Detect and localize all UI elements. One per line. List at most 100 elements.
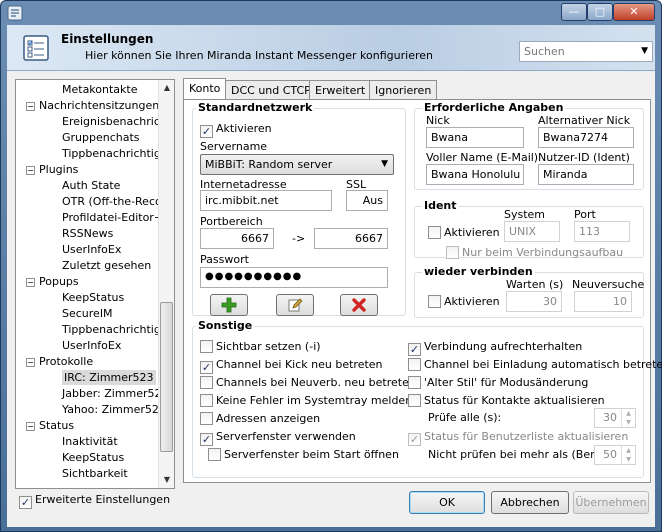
check-all-spinner[interactable]: 30 ▲ ▼ — [594, 408, 636, 428]
options-tree[interactable]: Metakontakte − Nachrichtensitzungen Ereigni… — [15, 79, 175, 489]
other-option-checkbox[interactable]: ✓ Verbindung aufrechterhalten — [408, 340, 582, 356]
other-option-checkbox[interactable]: Keine Fehler im Systemtray melden — [200, 394, 412, 407]
tree-expander-icon[interactable]: − — [26, 166, 35, 175]
spin-up-icon[interactable]: ▲ — [622, 409, 635, 418]
check-all-label: Prüfe alle (s): — [428, 411, 502, 424]
servername-select[interactable]: MiBBiT: Random server ▼ — [200, 154, 394, 175]
password-input[interactable]: ●●●●●●●●●● — [200, 267, 388, 288]
chevron-down-icon[interactable]: ▼ — [641, 46, 648, 56]
other-option-checkbox[interactable]: Adressen anzeigen — [200, 412, 320, 425]
minimize-button[interactable]: — — [561, 3, 587, 21]
scroll-thumb[interactable] — [160, 302, 173, 452]
other-option-checkbox[interactable]: Channel bei Einladung automatisch betret… — [408, 358, 662, 371]
checkbox-label: Serverfenster beim Start öffnen — [224, 448, 399, 461]
tree-scrollbar[interactable]: ▲ ▼ — [158, 80, 174, 488]
tab-dcc-ctcp[interactable]: DCC und CTCP — [225, 80, 317, 99]
alt-nick-input[interactable]: Bwana7274 — [538, 127, 634, 148]
advanced-settings-checkbox[interactable]: ✓ Erweiterte Einstellungen — [19, 493, 170, 509]
tree-item[interactable]: Profildatei-Editor+ — [62, 210, 163, 226]
tree-item[interactable]: Tippbenachrichtigu — [62, 322, 168, 338]
update-userlist-checkbox[interactable]: ✓ Status für Benutzerliste aktualisieren — [408, 430, 628, 446]
other-option-checkbox[interactable]: ✓ Serverfenster verwenden — [200, 430, 356, 446]
tree-item[interactable]: Ereignisbenachrich — [62, 114, 167, 130]
tree-item[interactable]: − Popups — [26, 274, 79, 290]
checkbox-label: Aktivieren — [216, 122, 272, 135]
tree-expander-icon[interactable]: − — [26, 358, 35, 367]
tree-item-label: RSSNews — [62, 227, 114, 240]
ssl-field[interactable]: Aus — [346, 190, 388, 211]
tree-item[interactable]: − Status — [26, 418, 74, 434]
spin-down-icon[interactable]: ▼ — [622, 418, 635, 427]
other-option-checkbox[interactable]: Sichtbar setzen (-i) — [200, 340, 321, 353]
port-from-input[interactable]: 6667 — [200, 228, 274, 249]
tree-item[interactable]: Tippbenachrichtigu — [62, 146, 168, 162]
checkbox-icon — [408, 358, 421, 371]
full-name-input[interactable]: Bwana Honolulu — [426, 164, 524, 185]
title-bar[interactable]: — □ ✕ — [1, 1, 661, 25]
tree-item[interactable]: Yahoo: Zimmer523 — [62, 402, 166, 418]
other-option-checkbox[interactable]: Channels bei Neuverb. neu betreten — [200, 376, 416, 389]
apply-button[interactable]: Übernehmen — [573, 491, 649, 514]
tree-expander-icon[interactable]: − — [26, 422, 35, 431]
tree-expander-icon[interactable]: − — [26, 102, 35, 111]
other-option-checkbox[interactable]: Serverfenster beim Start öffnen — [208, 448, 399, 461]
tree-item[interactable]: Jabber: Zimmer523 — [62, 386, 169, 402]
close-button[interactable]: ✕ — [613, 3, 655, 21]
tree-item[interactable]: Auth State — [62, 178, 120, 194]
spinner-arrows[interactable]: ▲ ▼ — [621, 409, 635, 427]
tab-konto[interactable]: Konto — [183, 78, 227, 99]
ident-enable-checkbox[interactable]: Aktivieren — [428, 226, 500, 239]
port-to-input[interactable]: 6667 — [314, 228, 388, 249]
reconnect-enable-checkbox[interactable]: Aktivieren — [428, 295, 500, 308]
tree-item[interactable]: KeepStatus — [62, 290, 124, 306]
reconnect-wait-input[interactable]: 30 — [506, 291, 562, 312]
edit-server-button[interactable] — [276, 294, 314, 316]
add-server-button[interactable] — [210, 294, 248, 316]
spin-up-icon[interactable]: ▲ — [622, 446, 635, 455]
ident-system-label: System — [504, 208, 546, 221]
delete-server-button[interactable] — [340, 294, 378, 316]
tree-item[interactable]: IRC: Zimmer523 — [62, 370, 156, 386]
ident-port-input[interactable]: 113 — [574, 221, 630, 242]
checkbox-label: Nur beim Verbindungsaufbau — [462, 246, 624, 259]
standard-enable-checkbox[interactable]: ✓ Aktivieren — [200, 122, 272, 138]
cancel-button[interactable]: Abbrechen — [491, 491, 569, 514]
tree-item[interactable]: Zuletzt gesehen — [62, 258, 151, 274]
ident-system-input[interactable]: UNIX — [504, 221, 560, 242]
reconnect-retry-input[interactable]: 10 — [574, 291, 632, 312]
tree-item[interactable]: UserInfoEx — [62, 242, 121, 258]
tree-item[interactable]: Sichtbarkeit — [62, 466, 128, 482]
tree-item[interactable]: Inaktivität — [62, 434, 118, 450]
ok-button[interactable]: OK — [409, 491, 485, 514]
other-option-checkbox[interactable]: Status für Kontakte aktualisieren — [408, 394, 605, 407]
tree-item[interactable]: KeepStatus — [62, 450, 124, 466]
scroll-up-icon[interactable]: ▲ — [159, 80, 174, 96]
tree-item[interactable]: UserInfoEx — [62, 338, 121, 354]
spin-down-icon[interactable]: ▼ — [622, 455, 635, 464]
tree-item[interactable]: − Protokolle — [26, 354, 93, 370]
scroll-down-icon[interactable]: ▼ — [159, 472, 174, 488]
tree-expander-icon[interactable]: − — [26, 278, 35, 287]
user-id-input[interactable]: Miranda — [538, 164, 634, 185]
spinner-arrows[interactable]: ▲ ▼ — [621, 446, 635, 464]
tree-item[interactable]: RSSNews — [62, 226, 113, 242]
tab-erweitert[interactable]: Erweitert — [309, 80, 372, 99]
tree-item[interactable]: OTR (Off-the-Reco — [62, 194, 162, 210]
nick-input[interactable]: Bwana — [426, 127, 524, 148]
maximize-button[interactable]: □ — [587, 3, 613, 21]
address-input[interactable]: irc.mibbit.net — [200, 190, 332, 211]
ident-only-connect-checkbox[interactable]: Nur beim Verbindungsaufbau — [446, 246, 623, 259]
checkbox-icon: ✓ — [408, 343, 421, 356]
tree-item[interactable]: Gruppenchats — [62, 130, 140, 146]
other-option-checkbox[interactable]: ✓ Channel bei Kick neu betreten — [200, 358, 383, 374]
tree-item[interactable]: − Plugins — [26, 162, 78, 178]
tree-item-label: Tippbenachrichtigu — [62, 323, 168, 336]
tree-item[interactable]: − Nachrichtensitzungen — [26, 98, 159, 114]
no-check-spinner[interactable]: 50 ▲ ▼ — [594, 445, 636, 465]
tree-item[interactable]: Metakontakte — [62, 82, 138, 98]
other-option-checkbox[interactable]: 'Alter Stil' für Modusänderung — [408, 376, 588, 389]
tab-ignorieren[interactable]: Ignorieren — [369, 80, 438, 99]
tree-item[interactable]: SecureIM — [62, 306, 113, 322]
search-dropdown[interactable]: Suchen ▼ — [519, 41, 653, 62]
search-input[interactable]: Suchen — [524, 45, 565, 58]
